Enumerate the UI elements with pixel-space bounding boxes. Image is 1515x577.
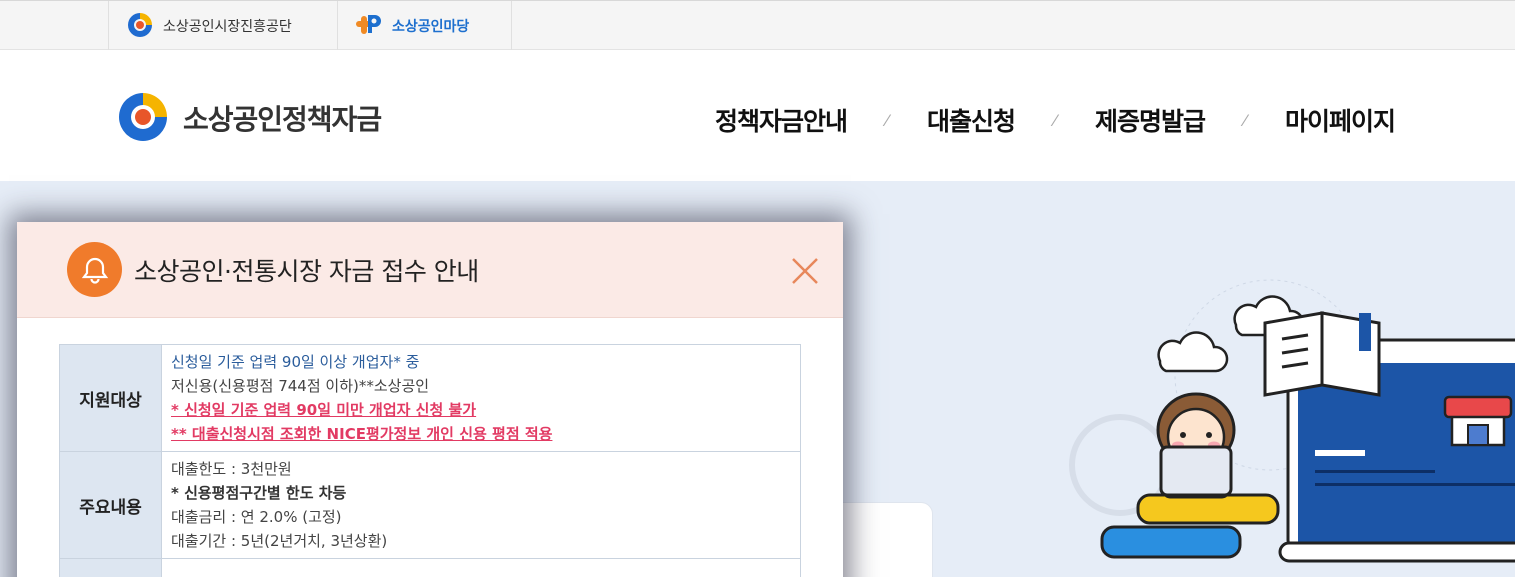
madang-p-logo-icon — [354, 11, 384, 41]
main-line: 대출한도 : 3천만원 — [171, 460, 292, 478]
bell-icon — [67, 242, 122, 297]
row-content-cutoff — [161, 558, 801, 577]
support-info-table: 지원대상 신청일 기준 업력 90일 이상 개업자* 중 저신용(신용평점 74… — [59, 344, 801, 577]
site-header: 소상공인정책자금 정책자금안내 ⁄ 대출신청 ⁄ 제증명발급 ⁄ 마이페이지 — [0, 50, 1515, 181]
target-warning-line: * 신청일 기준 업력 90일 미만 개업자 신청 불가 — [171, 401, 477, 419]
semas-link[interactable]: 소상공인시장진흥공단 — [108, 1, 338, 50]
madang-link-label: 소상공인마당 — [392, 18, 470, 35]
semas-logo-icon — [125, 11, 155, 41]
target-line: 신청일 기준 업력 90일 이상 개업자* 중 — [171, 353, 420, 371]
semas-link-label: 소상공인시장진흥공단 — [163, 18, 292, 35]
notice-popup: 소상공인·전통시장 자금 접수 안내 지원대상 신청일 기준 업력 90일 이상… — [17, 222, 843, 577]
row-content-main: 대출한도 : 3천만원 * 신용평점구간별 한도 차등 대출금리 : 연 2.0… — [161, 451, 801, 559]
row-content-target: 신청일 기준 업력 90일 이상 개업자* 중 저신용(신용평점 744점 이하… — [161, 344, 801, 452]
nav-policy-fund-guide[interactable]: 정책자금안내 — [715, 102, 848, 138]
table-row: 지원대상 신청일 기준 업력 90일 이상 개업자* 중 저신용(신용평점 74… — [59, 344, 801, 452]
brand-logo-link[interactable]: 소상공인정책자금 — [113, 90, 382, 146]
nav-certificate-issue[interactable]: 제증명발급 — [1095, 102, 1206, 138]
nav-my-page[interactable]: 마이페이지 — [1285, 102, 1396, 138]
main-line: * 신용평점구간별 한도 차등 — [171, 484, 347, 502]
popup-header: 소상공인·전통시장 자금 접수 안내 — [17, 222, 843, 318]
top-utility-bar: 소상공인시장진흥공단 소상공인마당 — [0, 0, 1515, 50]
row-label-target: 지원대상 — [59, 344, 162, 452]
close-icon[interactable] — [789, 255, 821, 287]
target-warning-line: ** 대출신청시점 조회한 NICE평가정보 개인 신용 평점 적용 — [171, 425, 553, 443]
table-row: 주요내용 대출한도 : 3천만원 * 신용평점구간별 한도 차등 대출금리 : … — [59, 451, 801, 559]
nav-separator: ⁄ — [1053, 110, 1057, 130]
nav-separator: ⁄ — [1243, 110, 1247, 130]
main-line: 대출금리 : 연 2.0% (고정) — [171, 508, 342, 526]
row-label-cutoff — [59, 558, 162, 577]
nav-loan-application[interactable]: 대출신청 — [927, 102, 1016, 138]
nav-separator: ⁄ — [885, 110, 889, 130]
hero-illustration — [1060, 255, 1515, 577]
brand-name: 소상공인정책자금 — [183, 103, 382, 136]
main-navigation: 정책자금안내 ⁄ 대출신청 ⁄ 제증명발급 ⁄ 마이페이지 — [715, 102, 1396, 138]
madang-link[interactable]: 소상공인마당 — [338, 1, 512, 50]
table-row — [59, 558, 801, 577]
popup-title: 소상공인·전통시장 자금 접수 안내 — [134, 256, 479, 286]
target-line: 저신용(신용평점 744점 이하)**소상공인 — [171, 377, 430, 395]
main-line: 대출기간 : 5년(2년거치, 3년상환) — [171, 532, 388, 550]
semas-logo-icon — [113, 90, 173, 146]
row-label-main: 주요내용 — [59, 451, 162, 559]
